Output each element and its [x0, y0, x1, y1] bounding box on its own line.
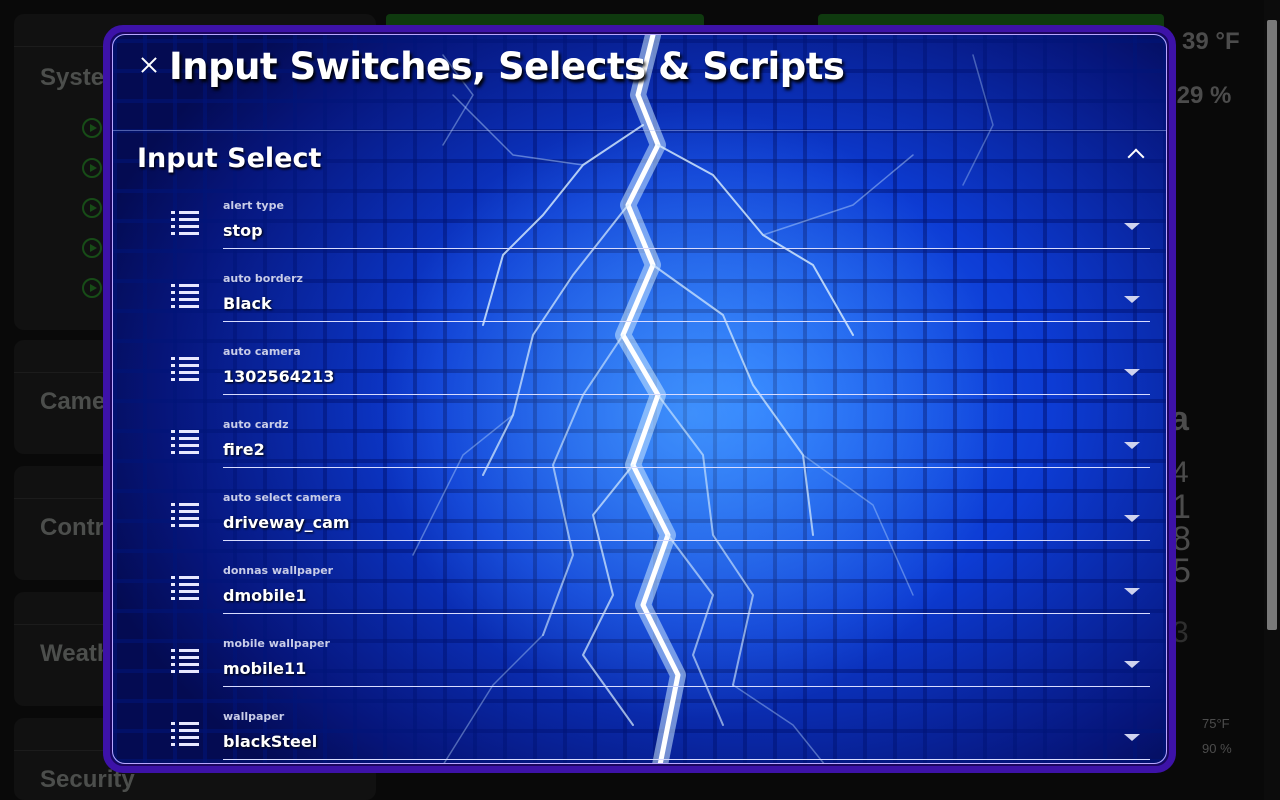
format-list-bulleted-icon	[171, 649, 203, 675]
list-item: wallpaper blackSteel	[113, 706, 1166, 763]
select-label: donnas wallpaper	[223, 564, 334, 577]
input-select-mobile-wallpaper[interactable]: mobile wallpaper mobile11	[223, 633, 1150, 687]
select-value: mobile11	[223, 659, 307, 678]
list-item: mobile wallpaper mobile11	[113, 633, 1166, 706]
select-label: alert type	[223, 199, 284, 212]
menu-down-icon[interactable]	[1124, 515, 1140, 522]
list-item: auto borderz Black	[113, 268, 1166, 341]
menu-down-icon[interactable]	[1124, 734, 1140, 741]
close-icon[interactable]	[137, 53, 161, 77]
list-item: auto cardz fire2	[113, 414, 1166, 487]
dialog-header: Input Switches, Selects & Scripts	[113, 35, 1166, 131]
list-item: auto select camera driveway_cam	[113, 487, 1166, 560]
section-title: Input Select	[137, 143, 322, 174]
select-label: auto select camera	[223, 491, 342, 504]
list-item: donnas wallpaper dmobile1	[113, 560, 1166, 633]
format-list-bulleted-icon	[171, 211, 203, 237]
format-list-bulleted-icon	[171, 284, 203, 310]
input-select-alert-type[interactable]: alert type stop	[223, 195, 1150, 249]
select-label: auto cardz	[223, 418, 289, 431]
menu-down-icon[interactable]	[1124, 296, 1140, 303]
input-select-list: alert type stop auto borderz Black auto …	[113, 195, 1166, 763]
menu-down-icon[interactable]	[1124, 223, 1140, 230]
format-list-bulleted-icon	[171, 430, 203, 456]
menu-down-icon[interactable]	[1124, 588, 1140, 595]
menu-down-icon[interactable]	[1124, 661, 1140, 668]
dialog-surface: Input Switches, Selects & Scripts Input …	[112, 34, 1167, 764]
list-item: auto camera 1302564213	[113, 341, 1166, 414]
select-value: fire2	[223, 440, 265, 459]
input-select-auto-select-camera[interactable]: auto select camera driveway_cam	[223, 487, 1150, 541]
input-select-donnas-wallpaper[interactable]: donnas wallpaper dmobile1	[223, 560, 1150, 614]
input-select-wallpaper[interactable]: wallpaper blackSteel	[223, 706, 1150, 760]
menu-down-icon[interactable]	[1124, 369, 1140, 376]
format-list-bulleted-icon	[171, 357, 203, 383]
select-label: auto borderz	[223, 272, 303, 285]
select-value: 1302564213	[223, 367, 335, 386]
input-select-auto-camera[interactable]: auto camera 1302564213	[223, 341, 1150, 395]
select-value: blackSteel	[223, 732, 318, 751]
format-list-bulleted-icon	[171, 503, 203, 529]
select-value: Black	[223, 294, 272, 313]
list-item: alert type stop	[113, 195, 1166, 268]
format-list-bulleted-icon	[171, 722, 203, 748]
menu-down-icon[interactable]	[1124, 442, 1140, 449]
input-select-auto-borderz[interactable]: auto borderz Black	[223, 268, 1150, 322]
select-label: auto camera	[223, 345, 301, 358]
input-select-auto-cardz[interactable]: auto cardz fire2	[223, 414, 1150, 468]
select-value: driveway_cam	[223, 513, 350, 532]
dialog-title: Input Switches, Selects & Scripts	[169, 45, 845, 88]
select-value: dmobile1	[223, 586, 307, 605]
chevron-up-icon[interactable]	[1126, 145, 1144, 163]
input-selects-dialog: Input Switches, Selects & Scripts Input …	[103, 25, 1176, 773]
format-list-bulleted-icon	[171, 576, 203, 602]
select-label: wallpaper	[223, 710, 285, 723]
select-label: mobile wallpaper	[223, 637, 330, 650]
select-value: stop	[223, 221, 263, 240]
